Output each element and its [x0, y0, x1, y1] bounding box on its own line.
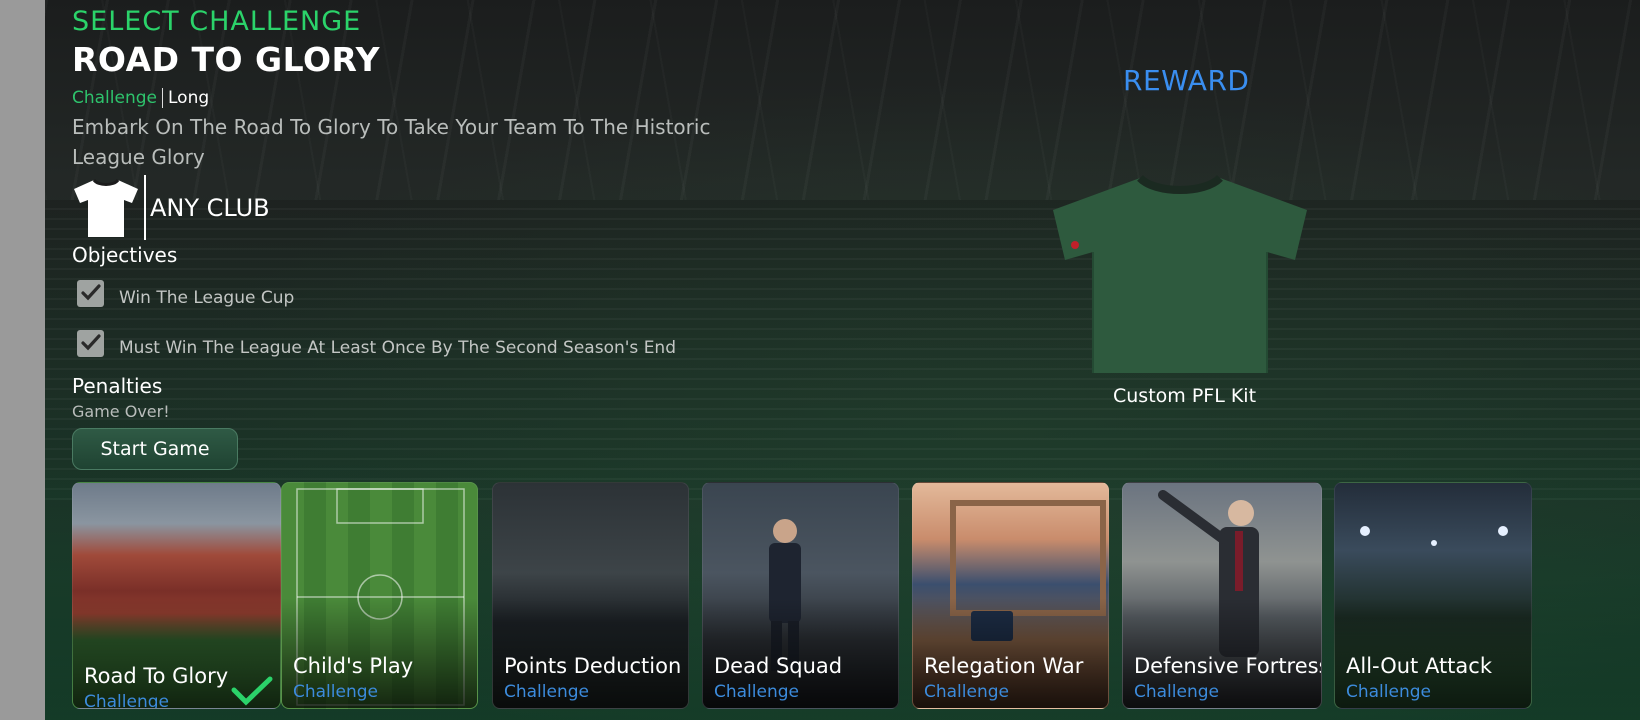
penalties-heading: Penalties	[72, 374, 163, 398]
challenge-card-type: Challenge	[293, 682, 378, 702]
checkbox-checked-icon	[77, 279, 104, 307]
challenge-card-type: Challenge	[84, 692, 169, 709]
challenge-card-childs-play[interactable]: Child's Play Challenge	[281, 482, 478, 709]
challenge-length-tag: Long	[168, 88, 210, 108]
reward-kit-image	[1053, 174, 1307, 373]
objective-label: Win The League Cup	[119, 288, 295, 308]
challenge-card-name: Defensive Fortress	[1134, 654, 1322, 678]
start-game-button[interactable]: Start Game	[72, 428, 238, 470]
challenge-card-name: Relegation War	[924, 654, 1084, 678]
select-challenge-heading: SELECT CHALLENGE	[72, 6, 362, 37]
challenge-card-road-to-glory[interactable]: Road To Glory Challenge	[72, 482, 281, 709]
challenge-card-defensive-fortress[interactable]: Defensive Fortress Challenge	[1122, 482, 1322, 709]
challenge-title: ROAD TO GLORY	[72, 40, 381, 79]
challenge-card-type: Challenge	[924, 682, 1009, 702]
challenge-card-name: Points Deduction	[504, 654, 682, 678]
objective-item: Must Win The League At Least Once By The…	[77, 328, 676, 358]
challenge-screen: SELECT CHALLENGE ROAD TO GLORY Challenge…	[45, 0, 1640, 720]
objective-label: Must Win The League At Least Once By The…	[119, 338, 676, 358]
challenge-card-name: Dead Squad	[714, 654, 843, 678]
challenge-card-type: Challenge	[1134, 682, 1219, 702]
challenge-card-type: Challenge	[714, 682, 799, 702]
shirt-icon	[74, 178, 138, 237]
challenge-card-type: Challenge	[504, 682, 589, 702]
challenge-card-relegation-war[interactable]: Relegation War Challenge	[912, 482, 1109, 709]
club-requirement: ANY CLUB	[72, 175, 270, 240]
club-divider	[144, 175, 146, 240]
challenge-description: Embark On The Road To Glory To Take Your…	[72, 115, 711, 169]
challenge-tags: Challenge Long	[72, 88, 209, 108]
challenge-card-all-out-attack[interactable]: All-Out Attack Challenge	[1334, 482, 1532, 709]
challenge-card-name: Road To Glory	[84, 664, 229, 688]
challenge-card-type: Challenge	[1346, 682, 1431, 702]
objective-item: Win The League Cup	[77, 278, 294, 308]
tag-divider	[162, 88, 163, 108]
challenge-type-tag: Challenge	[72, 88, 157, 108]
selected-check-icon	[231, 676, 273, 706]
challenge-card-name: All-Out Attack	[1346, 654, 1492, 678]
challenge-carousel: Road To Glory Challenge Child's Play Cha…	[72, 482, 1632, 712]
club-name: ANY CLUB	[150, 193, 270, 222]
challenge-card-points-deduction[interactable]: Points Deduction Challenge	[492, 482, 689, 709]
challenge-card-name: Child's Play	[293, 654, 414, 678]
reward-name: Custom PFL Kit	[1113, 385, 1257, 407]
reward-heading: REWARD	[1123, 64, 1250, 97]
checkbox-checked-icon	[77, 329, 104, 357]
penalties-text: Game Over!	[72, 402, 170, 421]
challenge-card-dead-squad[interactable]: Dead Squad Challenge	[702, 482, 899, 709]
objectives-heading: Objectives	[72, 243, 178, 267]
